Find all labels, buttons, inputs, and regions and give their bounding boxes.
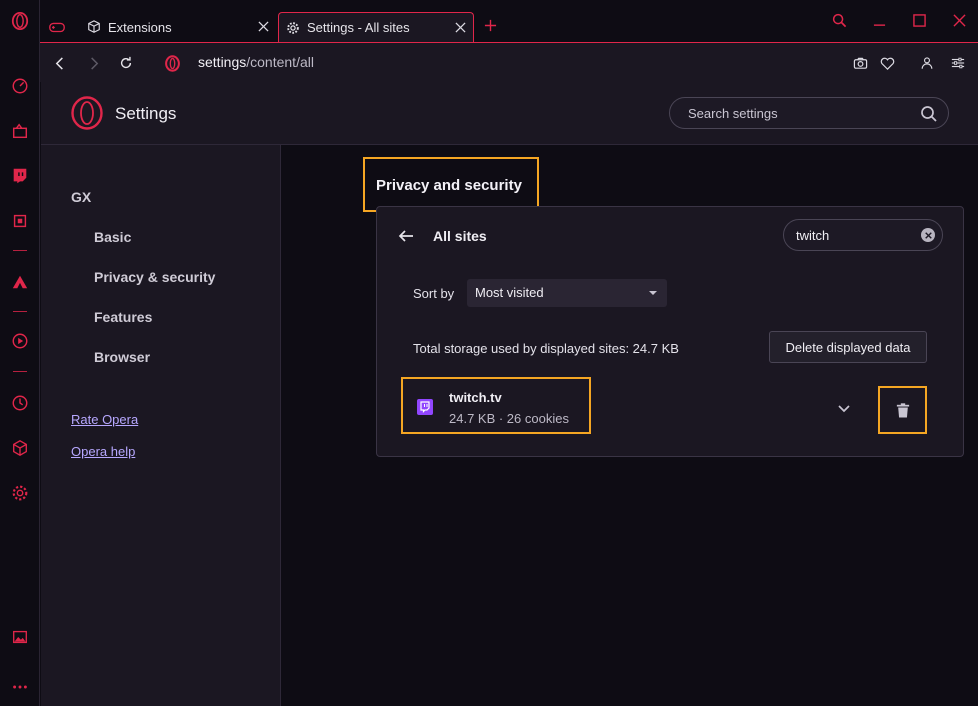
card-heading: All sites — [433, 228, 487, 244]
page-title: Settings — [115, 104, 177, 123]
sort-label: Sort by — [413, 286, 455, 301]
delete-displayed-data-button[interactable]: Delete displayed data — [769, 331, 927, 363]
sort-value: Most visited — [475, 285, 544, 300]
close-tab-icon[interactable] — [256, 19, 270, 33]
highlight-box-section-title — [363, 157, 539, 212]
chevron-down-icon — [649, 291, 657, 295]
browser-window: Extensions Settings - All sites settings… — [0, 0, 978, 706]
expand-chevron-icon[interactable] — [835, 399, 853, 417]
back-arrow-icon[interactable] — [397, 227, 415, 245]
url-text[interactable]: settings/content/all — [198, 54, 314, 70]
close-tab-icon[interactable] — [453, 20, 467, 34]
tab-strip: Extensions Settings - All sites — [40, 0, 978, 42]
settings-nav: GX Basic Privacy & security Features Bro… — [41, 145, 281, 706]
url-host: settings — [198, 54, 247, 70]
settings-gear-icon[interactable] — [10, 483, 30, 503]
reload-icon[interactable] — [116, 53, 136, 73]
opera-logo-icon[interactable] — [10, 11, 30, 31]
left-sidebar — [0, 0, 40, 706]
extensions-cube-icon[interactable] — [10, 438, 30, 458]
clear-filter-icon[interactable] — [921, 228, 935, 242]
opera-url-icon — [162, 53, 182, 73]
sidebar-divider — [13, 371, 27, 372]
nav-item-features[interactable]: Features — [94, 309, 152, 325]
sidebar-divider — [13, 250, 27, 251]
minimize-icon[interactable] — [869, 10, 889, 30]
search-icon[interactable] — [920, 105, 938, 123]
nav-item-basic[interactable]: Basic — [94, 229, 131, 245]
address-bar: settings/content/all — [40, 42, 978, 82]
opera-gx-logo-icon — [71, 96, 103, 130]
highlight-box-trash — [878, 386, 927, 434]
sidebar-divider — [13, 311, 27, 312]
snapshot-icon[interactable] — [850, 53, 870, 73]
search-settings-input[interactable]: Search settings — [669, 97, 949, 129]
player-icon[interactable] — [10, 331, 30, 351]
maximize-icon[interactable] — [909, 10, 929, 30]
tab-label: Settings - All sites — [307, 20, 410, 35]
search-tabs-icon[interactable] — [829, 10, 849, 30]
rate-opera-link[interactable]: Rate Opera — [71, 412, 138, 427]
heart-icon[interactable] — [877, 53, 897, 73]
all-sites-card: All sites twitch Sort by Most visited To… — [376, 206, 964, 457]
site-filter-input[interactable]: twitch — [783, 219, 943, 251]
easy-setup-icon[interactable] — [948, 53, 968, 73]
search-placeholder: Search settings — [688, 106, 778, 121]
aria-icon[interactable] — [10, 272, 30, 292]
storage-summary: Total storage used by displayed sites: 2… — [413, 341, 679, 356]
tab-label: Extensions — [108, 19, 172, 35]
forward-icon[interactable] — [83, 53, 103, 73]
gear-icon — [285, 20, 301, 36]
puzzle-cube-icon — [86, 19, 102, 35]
gx-corner-icon[interactable] — [10, 121, 30, 141]
highlight-box-site-row — [401, 377, 591, 434]
wallpaper-icon[interactable] — [10, 627, 30, 647]
nav-group-gx[interactable]: GX — [71, 189, 91, 205]
history-icon[interactable] — [10, 393, 30, 413]
gamepad-icon — [49, 22, 65, 33]
new-tab-plus-icon[interactable] — [480, 15, 500, 35]
close-window-icon[interactable] — [949, 10, 969, 30]
settings-content: Privacy and security All sites twitch So… — [282, 145, 978, 706]
filter-value: twitch — [796, 228, 830, 243]
back-icon[interactable] — [50, 53, 70, 73]
settings-header: Settings Search settings — [41, 82, 978, 145]
nav-item-browser[interactable]: Browser — [94, 349, 150, 365]
more-icon[interactable] — [10, 677, 30, 697]
url-path: /content/all — [246, 54, 314, 70]
tab-extensions[interactable]: Extensions — [84, 12, 276, 42]
nav-item-privacy-security[interactable]: Privacy & security — [94, 269, 215, 285]
tab-settings-all-sites[interactable]: Settings - All sites — [278, 12, 474, 42]
twitch-icon[interactable] — [10, 166, 30, 186]
gx-control-icon[interactable] — [10, 76, 30, 96]
account-icon[interactable] — [917, 53, 937, 73]
sort-select[interactable]: Most visited — [467, 279, 667, 307]
cpu-limiter-icon[interactable] — [10, 211, 30, 231]
gx-gamepad-tab[interactable] — [48, 12, 78, 42]
opera-help-link[interactable]: Opera help — [71, 444, 135, 459]
